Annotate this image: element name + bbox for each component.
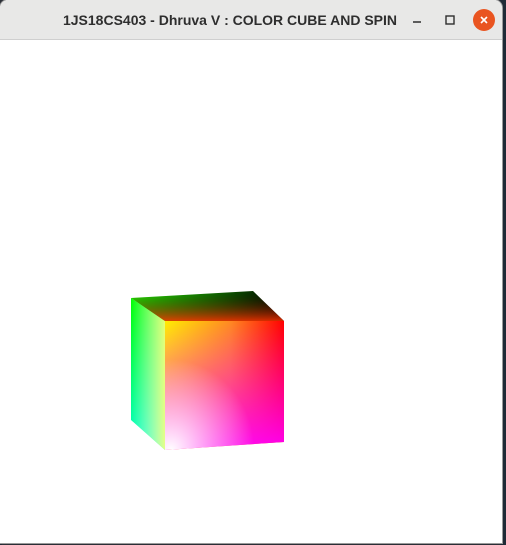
- cube-front-face: [165, 321, 284, 450]
- opengl-canvas[interactable]: [0, 40, 502, 543]
- close-button[interactable]: [473, 9, 495, 31]
- window-title: 1JS18CS403 - Dhruva V : COLOR CUBE AND S…: [62, 12, 397, 28]
- minimize-icon: [413, 21, 421, 23]
- title-bar[interactable]: 1JS18CS403 - Dhruva V : COLOR CUBE AND S…: [0, 0, 502, 40]
- maximize-icon: [445, 15, 455, 25]
- app-window: 1JS18CS403 - Dhruva V : COLOR CUBE AND S…: [0, 0, 502, 543]
- color-cube: [131, 291, 284, 450]
- cube-left-face: [131, 298, 165, 450]
- minimize-button[interactable]: [406, 9, 428, 31]
- close-icon: [480, 16, 488, 24]
- maximize-button[interactable]: [439, 9, 461, 31]
